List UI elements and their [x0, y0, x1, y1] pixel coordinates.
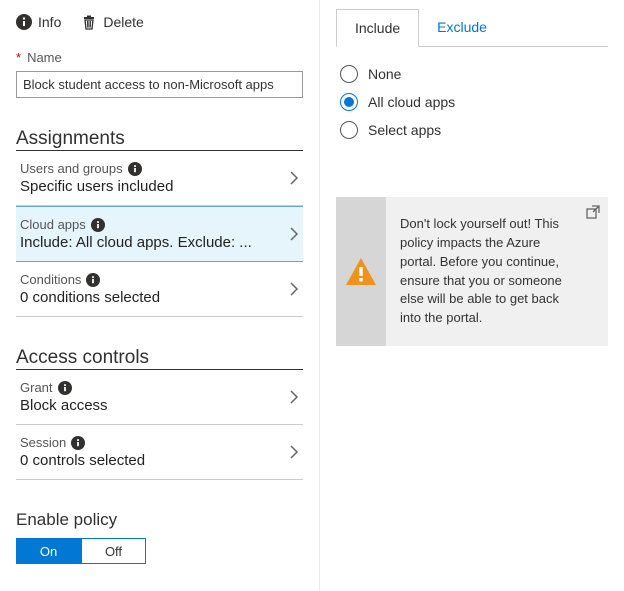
enable-policy-toggle[interactable]: On Off — [16, 538, 146, 564]
info-icon — [86, 273, 100, 287]
assignments-item-conditions[interactable]: Conditions 0 conditions selected — [16, 262, 303, 317]
chevron-right-icon — [289, 170, 299, 186]
radio-label: All cloud apps — [368, 94, 455, 110]
info-button[interactable]: Info — [16, 14, 61, 30]
warning-icon — [344, 255, 378, 289]
left-panel: Info Delete * Name Assignments Users and… — [0, 0, 320, 591]
name-field-label: * Name — [16, 50, 303, 65]
radio-allcloudapps[interactable]: All cloud apps — [340, 93, 608, 111]
info-label: Info — [38, 14, 61, 30]
radio-label: Select apps — [368, 122, 441, 138]
radio-label: None — [368, 66, 401, 82]
radio-circle — [340, 121, 358, 139]
item-subtitle: Block access — [20, 397, 289, 414]
popout-icon[interactable] — [586, 205, 600, 219]
radio-none[interactable]: None — [340, 65, 608, 83]
item-title: Cloud apps — [20, 217, 86, 232]
warning-text: Don't lock yourself out! This policy imp… — [386, 197, 608, 346]
chevron-right-icon — [289, 444, 299, 460]
assignments-item-users[interactable]: Users and groups Specific users included — [16, 151, 303, 206]
tab-row: Include Exclude — [336, 8, 608, 47]
cloudapps-radio-group: None All cloud apps Select apps — [320, 47, 624, 147]
warning-icon-strip — [336, 197, 386, 346]
radio-circle — [340, 65, 358, 83]
item-subtitle: Specific users included — [20, 178, 289, 195]
chevron-right-icon — [289, 281, 299, 297]
trash-icon — [81, 14, 97, 30]
right-panel: Include Exclude None All cloud apps Sele… — [320, 0, 624, 591]
item-subtitle: 0 controls selected — [20, 452, 289, 469]
item-subtitle: 0 conditions selected — [20, 289, 289, 306]
delete-label: Delete — [103, 14, 143, 30]
accesscontrols-item-grant[interactable]: Grant Block access — [16, 370, 303, 425]
item-subtitle: Include: All cloud apps. Exclude: ... — [20, 234, 289, 251]
accesscontrols-item-session[interactable]: Session 0 controls selected — [16, 425, 303, 480]
enable-policy-heading: Enable policy — [16, 510, 303, 530]
name-label-text: Name — [27, 50, 62, 65]
toggle-off[interactable]: Off — [81, 538, 146, 564]
info-icon — [91, 218, 105, 232]
item-title: Grant — [20, 380, 53, 395]
info-icon — [71, 436, 85, 450]
warning-panel: Don't lock yourself out! This policy imp… — [336, 197, 608, 346]
top-actions: Info Delete — [16, 10, 303, 36]
info-icon — [16, 14, 32, 30]
tab-include[interactable]: Include — [336, 9, 419, 47]
info-icon — [58, 381, 72, 395]
tab-exclude[interactable]: Exclude — [419, 9, 505, 47]
delete-button[interactable]: Delete — [81, 14, 143, 30]
name-input[interactable] — [16, 71, 303, 98]
toggle-on[interactable]: On — [16, 538, 81, 564]
assignments-heading: Assignments — [16, 128, 303, 151]
chevron-right-icon — [289, 389, 299, 405]
item-title: Conditions — [20, 272, 81, 287]
radio-circle — [340, 93, 358, 111]
item-title: Session — [20, 435, 66, 450]
access-controls-heading: Access controls — [16, 347, 303, 370]
required-star: * — [16, 50, 21, 65]
item-title: Users and groups — [20, 161, 123, 176]
info-icon — [128, 162, 142, 176]
radio-selectapps[interactable]: Select apps — [340, 121, 608, 139]
assignments-item-cloudapps[interactable]: Cloud apps Include: All cloud apps. Excl… — [16, 206, 303, 262]
chevron-right-icon — [289, 226, 299, 242]
